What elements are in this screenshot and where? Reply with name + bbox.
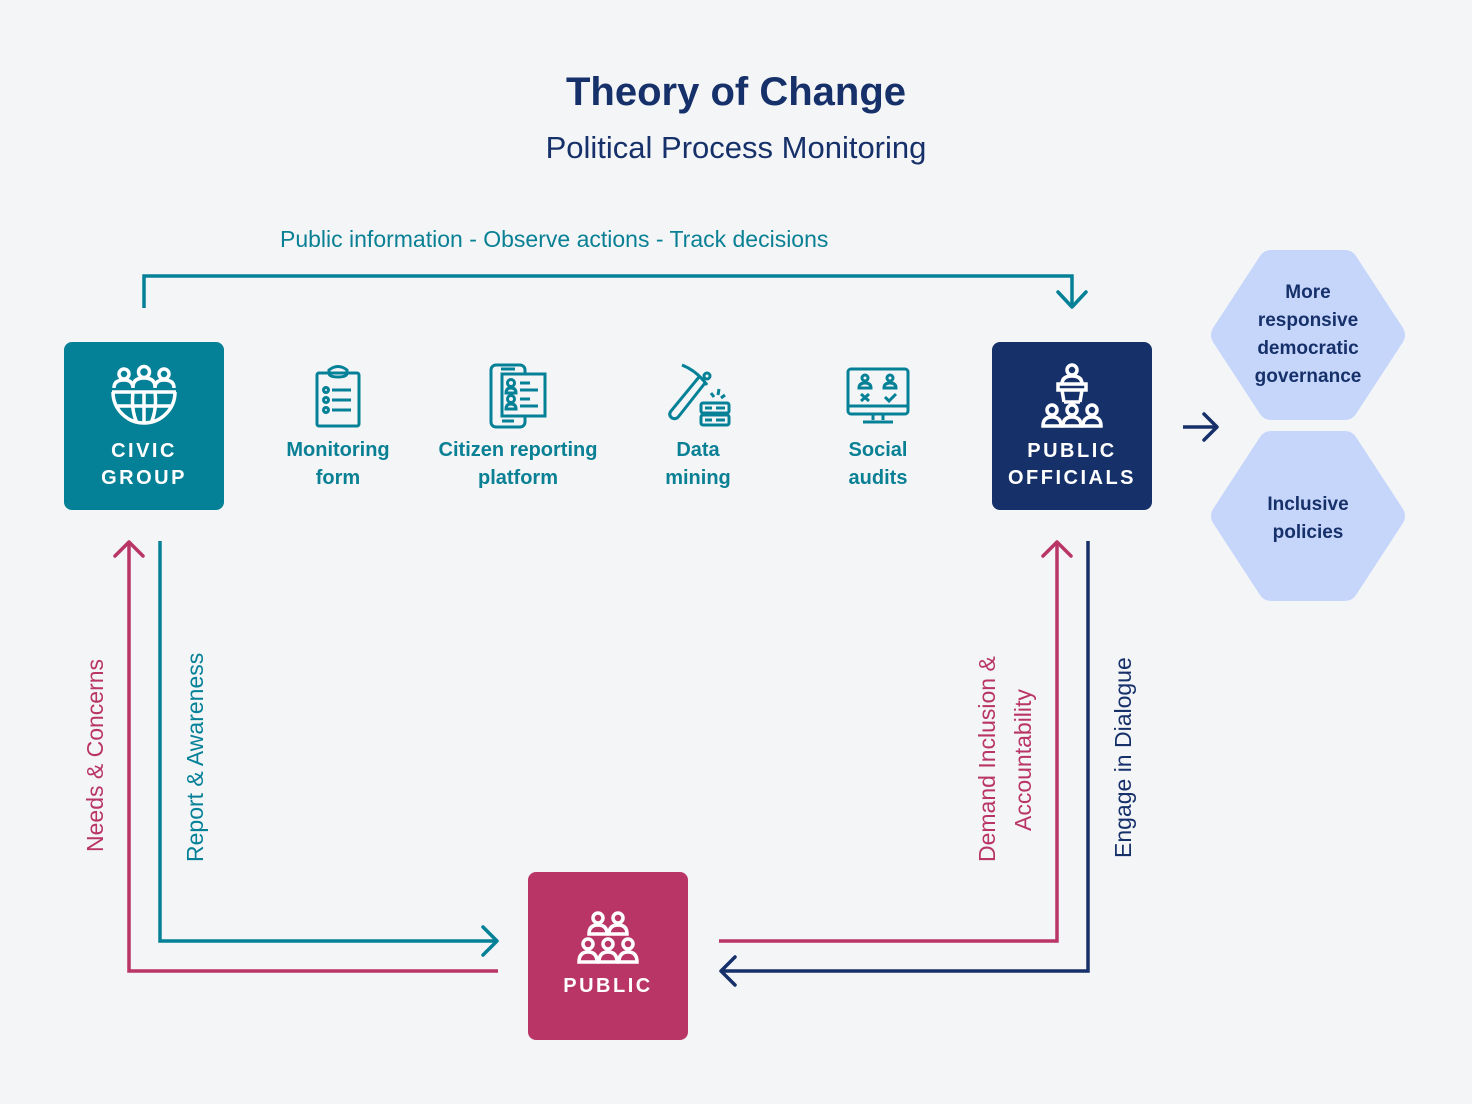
tool-label-2: form xyxy=(315,467,361,489)
public-officials-label-1: PUBLIC xyxy=(1027,440,1117,462)
engage-dialogue-label: Engage in Dialogue xyxy=(1110,657,1136,858)
tool-label-2: audits xyxy=(848,467,908,489)
tool-monitoring-form: Monitoring form xyxy=(238,360,438,492)
public-label: PUBLIC xyxy=(563,975,653,997)
outcome-text: governance xyxy=(1254,366,1362,387)
civic-group-label-1: CIVIC xyxy=(111,440,177,462)
tool-social-audits: Social audits xyxy=(778,360,978,492)
tool-label-1: Data xyxy=(676,439,720,461)
crowd-icon xyxy=(577,911,639,964)
tool-citizen-reporting: Citizen reporting platform xyxy=(418,360,618,492)
pickaxe-server-icon xyxy=(668,363,731,427)
civic-group-label-2: GROUP xyxy=(101,467,187,489)
outcome-text: Inclusive xyxy=(1267,494,1349,515)
public-box: PUBLIC xyxy=(528,872,688,1040)
needs-concerns-label: Needs & Concerns xyxy=(82,658,108,852)
outcome-responsive-governance: More responsive democratic governance xyxy=(1208,248,1408,422)
monitor-vote-icon xyxy=(846,367,910,424)
podium-audience-icon xyxy=(1041,363,1103,428)
demand-inclusion-label-2: Accountability xyxy=(1010,689,1036,831)
public-officials-box: PUBLIC OFFICIALS xyxy=(992,342,1152,510)
demand-inclusion-arrow xyxy=(719,542,1059,943)
top-flow-arrow xyxy=(142,274,1074,308)
outcome-text: democratic xyxy=(1257,338,1359,359)
tool-label-1: Citizen reporting xyxy=(438,439,598,461)
tool-label-2: mining xyxy=(665,467,731,489)
tool-data-mining: Data mining xyxy=(598,360,798,492)
globe-people-icon xyxy=(111,364,177,425)
phone-profiles-icon xyxy=(489,363,547,429)
public-officials-label-2: OFFICIALS xyxy=(1007,467,1137,489)
demand-inclusion-label-1: Demand Inclusion & xyxy=(974,656,1000,862)
tool-label-1: Monitoring xyxy=(286,439,390,461)
civic-group-box: CIVIC GROUP xyxy=(64,342,224,510)
outcome-text: responsive xyxy=(1257,310,1359,331)
report-awareness-arrow xyxy=(158,541,497,943)
tool-label-2: platform xyxy=(478,467,558,489)
tool-label-1: Social xyxy=(848,439,908,461)
outcome-text: More xyxy=(1285,282,1331,303)
clipboard-checklist-icon xyxy=(315,365,361,428)
outcome-text: policies xyxy=(1272,522,1344,543)
outcome-inclusive-policies: Inclusive policies xyxy=(1208,429,1408,603)
report-awareness-label: Report & Awareness xyxy=(182,652,208,862)
